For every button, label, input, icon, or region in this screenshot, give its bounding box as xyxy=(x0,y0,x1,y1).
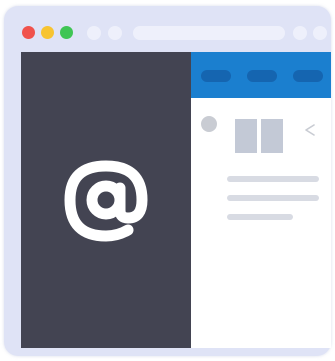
browser-window xyxy=(4,6,331,356)
header-tab[interactable] xyxy=(247,70,277,82)
minimize-dot[interactable] xyxy=(41,26,54,39)
text-line xyxy=(227,214,293,220)
extra-button[interactable] xyxy=(313,26,327,40)
maximize-dot[interactable] xyxy=(60,26,73,39)
illustration xyxy=(0,0,335,361)
mail-header xyxy=(191,52,331,98)
text-line xyxy=(227,176,319,182)
left-pane xyxy=(21,52,191,348)
address-bar[interactable] xyxy=(133,26,285,40)
image-placeholder xyxy=(261,119,283,153)
avatar xyxy=(201,116,217,132)
share-icon[interactable] xyxy=(303,123,317,137)
image-placeholder xyxy=(235,119,257,153)
title-bar xyxy=(4,6,331,52)
menu-button[interactable] xyxy=(293,26,307,40)
close-dot[interactable] xyxy=(22,26,35,39)
mail-pane xyxy=(191,52,331,348)
at-sign-icon xyxy=(21,52,191,348)
header-tab[interactable] xyxy=(293,70,323,82)
back-button[interactable] xyxy=(87,26,101,40)
text-line xyxy=(227,195,319,201)
forward-button[interactable] xyxy=(108,26,122,40)
header-tab[interactable] xyxy=(201,70,231,82)
